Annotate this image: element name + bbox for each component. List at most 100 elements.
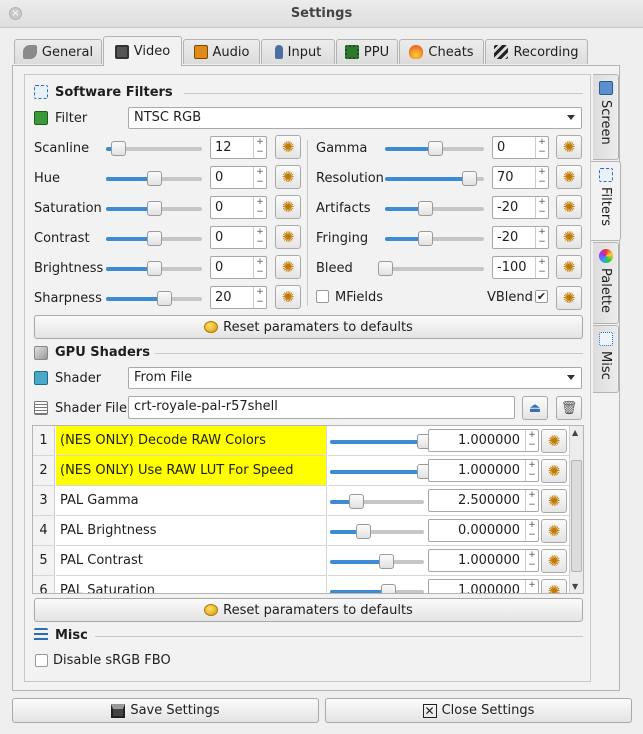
tab-video[interactable]: Video xyxy=(103,36,182,66)
tab-cheats[interactable]: Cheats xyxy=(399,39,484,64)
value-spinbox[interactable]: 1.000000 +− xyxy=(428,579,539,593)
value-spinbox[interactable]: 1.000000 +− xyxy=(428,429,539,452)
table-scrollbar[interactable]: ▲ ▼ xyxy=(569,426,583,593)
scroll-down-icon[interactable]: ▼ xyxy=(572,582,578,591)
param-slider[interactable] xyxy=(385,201,484,216)
param-slider[interactable] xyxy=(330,464,432,479)
spin-arrows-icon[interactable]: +− xyxy=(525,430,538,451)
spin-arrows-icon[interactable]: +− xyxy=(535,137,548,158)
spin-arrows-icon[interactable]: +− xyxy=(525,520,538,541)
spin-arrows-icon[interactable]: +− xyxy=(535,227,548,248)
slider-handle[interactable] xyxy=(147,231,162,246)
param-slider[interactable] xyxy=(106,201,202,216)
param-slider[interactable] xyxy=(330,434,432,449)
tab-recording[interactable]: Recording xyxy=(485,39,588,64)
slider-handle[interactable] xyxy=(147,201,162,216)
value-spinbox[interactable]: -20 + − xyxy=(492,226,549,249)
close-settings-button[interactable]: ✕ Close Settings xyxy=(325,698,632,723)
spin-arrows-icon[interactable]: +− xyxy=(535,197,548,218)
slider-handle[interactable] xyxy=(427,141,443,156)
value-spinbox[interactable]: 0 + − xyxy=(492,136,549,159)
value-spinbox[interactable]: 2.500000 + − xyxy=(428,489,539,512)
filter-select[interactable]: NTSC RGB xyxy=(128,107,582,129)
reset-gear-button[interactable]: ✺ xyxy=(541,489,567,513)
tab-audio[interactable]: Audio xyxy=(183,39,260,64)
spin-arrows-icon[interactable]: +− xyxy=(525,550,538,571)
reset-gear-button[interactable]: ✺ xyxy=(541,519,567,543)
reset-gear-button[interactable]: ✺ xyxy=(541,579,567,593)
scroll-thumb[interactable] xyxy=(571,460,582,572)
open-file-button[interactable]: ⏏ xyxy=(522,396,548,420)
software-reset-button[interactable]: Reset paramaters to defaults xyxy=(34,315,583,339)
value-spinbox[interactable]: 0 + − xyxy=(210,196,267,219)
spin-arrows-icon[interactable]: +− xyxy=(253,167,266,188)
slider-handle[interactable] xyxy=(462,171,478,186)
slider-handle[interactable] xyxy=(417,231,433,246)
side-tab-misc[interactable]: Misc xyxy=(593,325,619,393)
shader-file-input[interactable]: crt-royale-pal-r57shell xyxy=(128,396,515,419)
slider-handle[interactable] xyxy=(417,201,433,216)
param-slider[interactable] xyxy=(385,171,484,186)
reset-gear-button[interactable]: ✺ xyxy=(556,135,582,159)
slider-handle[interactable] xyxy=(381,584,397,593)
gpu-reset-button[interactable]: Reset paramaters to defaults xyxy=(34,598,583,622)
spin-arrows-icon[interactable]: +− xyxy=(525,580,538,593)
value-spinbox[interactable]: 1.000000 +− xyxy=(428,459,539,482)
value-spinbox[interactable]: 0 + − xyxy=(210,226,267,249)
side-tab-filters[interactable]: Filters xyxy=(591,161,621,241)
param-slider[interactable] xyxy=(330,494,424,509)
reset-gear-button[interactable]: ✺ xyxy=(275,135,301,159)
value-spinbox[interactable]: 70 + − xyxy=(492,166,549,189)
param-slider[interactable] xyxy=(106,261,202,276)
reset-gear-button[interactable]: ✺ xyxy=(275,285,301,309)
spin-arrows-icon[interactable]: +− xyxy=(525,490,538,511)
tab-general[interactable]: General xyxy=(14,39,102,64)
disable-srgb-checkbox[interactable] xyxy=(35,654,48,667)
tab-input[interactable]: Input xyxy=(261,39,335,64)
param-slider[interactable] xyxy=(330,584,424,593)
param-slider[interactable] xyxy=(378,261,484,276)
spin-arrows-icon[interactable]: +− xyxy=(535,257,548,278)
slider-handle[interactable] xyxy=(349,494,365,509)
reset-gear-button[interactable]: ✺ xyxy=(556,195,582,219)
value-spinbox[interactable]: 0.000000 + − xyxy=(428,519,539,542)
reset-gear-button[interactable]: ✺ xyxy=(541,429,567,453)
reset-gear-button[interactable]: ✺ xyxy=(541,549,567,573)
shader-select[interactable]: From File xyxy=(128,367,582,389)
delete-file-button[interactable]: 🗑 xyxy=(556,396,582,420)
reset-gear-button[interactable]: ✺ xyxy=(275,195,301,219)
value-spinbox[interactable]: 0 + − xyxy=(210,256,267,279)
slider-handle[interactable] xyxy=(379,554,395,569)
spin-arrows-icon[interactable]: +− xyxy=(253,227,266,248)
slider-handle[interactable] xyxy=(355,524,371,539)
reset-gear-button[interactable]: ✺ xyxy=(556,255,582,279)
spin-arrows-icon[interactable]: +− xyxy=(253,257,266,278)
vblend-checkbox[interactable]: ✔ xyxy=(535,290,548,303)
scroll-up-icon[interactable]: ▲ xyxy=(572,428,578,437)
slider-handle[interactable] xyxy=(156,291,172,306)
param-slider[interactable] xyxy=(106,171,202,186)
param-slider[interactable] xyxy=(385,231,484,246)
side-tab-screen[interactable]: Screen xyxy=(593,74,619,160)
reset-gear-button[interactable]: ✺ xyxy=(556,165,582,189)
spin-arrows-icon[interactable]: +− xyxy=(525,460,538,481)
value-spinbox[interactable]: -20 + − xyxy=(492,196,549,219)
slider-handle[interactable] xyxy=(378,261,393,276)
mfields-checkbox[interactable] xyxy=(316,290,329,303)
slider-handle[interactable] xyxy=(147,261,162,276)
side-tab-palette[interactable]: Palette xyxy=(593,242,619,324)
vblend-gear-button[interactable]: ✺ xyxy=(556,286,582,310)
reset-gear-button[interactable]: ✺ xyxy=(556,225,582,249)
spin-arrows-icon[interactable]: +− xyxy=(253,197,266,218)
param-slider[interactable] xyxy=(330,524,424,539)
tab-ppu[interactable]: PPU xyxy=(336,39,398,64)
reset-gear-button[interactable]: ✺ xyxy=(275,255,301,279)
value-spinbox[interactable]: -100 + − xyxy=(492,256,549,279)
spin-arrows-icon[interactable]: +− xyxy=(253,137,266,158)
param-slider[interactable] xyxy=(330,554,424,569)
slider-handle[interactable] xyxy=(110,141,126,156)
spin-arrows-icon[interactable]: +− xyxy=(535,167,548,188)
reset-gear-button[interactable]: ✺ xyxy=(275,225,301,249)
value-spinbox[interactable]: 1.000000 +− xyxy=(428,549,539,572)
save-settings-button[interactable]: Save Settings xyxy=(12,698,319,723)
